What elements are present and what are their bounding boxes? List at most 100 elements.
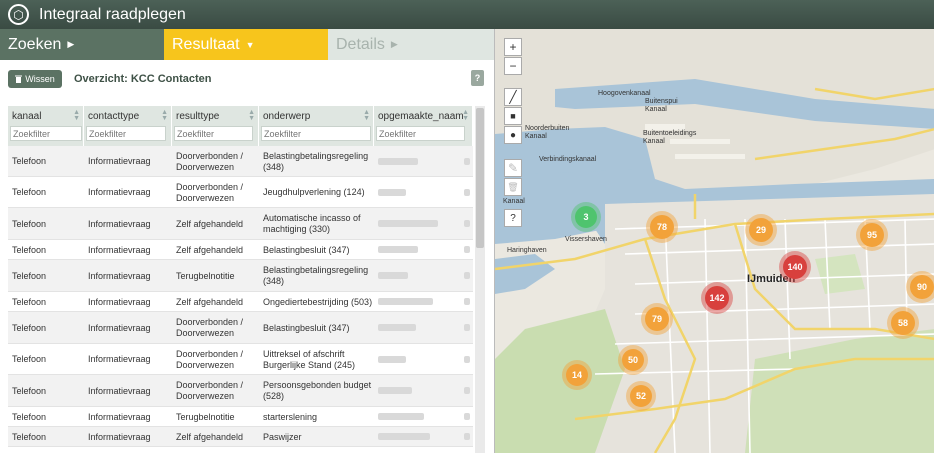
sort-icon[interactable]: ▲ ▼: [161, 109, 168, 122]
redacted-name: [378, 387, 412, 394]
table-row[interactable]: Telefoon Informatievraag Zelf afgehandeld B…: [8, 240, 473, 260]
map-cluster-marker[interactable]: 14: [566, 364, 588, 386]
cell-line: Zelf afgehandeld: [176, 296, 244, 307]
column-filter-input[interactable]: [261, 126, 371, 141]
map-cluster-marker[interactable]: 29: [749, 218, 773, 242]
clear-button[interactable]: Wissen: [8, 70, 62, 88]
cell-kanaal: Telefoon: [12, 270, 47, 281]
step-details[interactable]: Details ▶: [328, 29, 494, 60]
sort-icon[interactable]: ▲ ▼: [462, 109, 469, 122]
cell-resulttype: Doorverbonden / Doorverwezen: [176, 151, 243, 173]
cell-onderwerp: Belastingbesluit (347): [263, 245, 350, 256]
column-header[interactable]: onderwerp ▲ ▼: [259, 106, 374, 146]
step-resultaat[interactable]: Resultaat ▼: [164, 29, 328, 60]
cell-kanaal: Telefoon: [12, 218, 47, 229]
table-scrollbar[interactable]: [475, 106, 485, 453]
cell-kanaal: Telefoon: [12, 322, 47, 333]
column-filter-input[interactable]: [376, 126, 465, 141]
step-label: Zoeken: [8, 35, 62, 53]
zoom-out-button[interactable]: −: [504, 57, 522, 75]
sort-icon[interactable]: ▲ ▼: [73, 109, 80, 122]
zoom-in-button[interactable]: +: [504, 38, 522, 56]
edit-icon[interactable]: ✎: [504, 159, 522, 177]
cell-line: starterslening: [263, 411, 318, 422]
result-toolbar: Wissen Overzicht: KCC Contacten ?: [0, 60, 494, 100]
map-label-verbindingskanaal: Verbindingskanaal: [539, 156, 597, 163]
cell-line: Zelf afgehandeld: [176, 244, 244, 255]
map-cluster-marker[interactable]: 52: [630, 385, 652, 407]
cell-kanaal: Telefoon: [12, 354, 47, 364]
cell-line: Paswijzer: [263, 431, 302, 442]
map-help-button[interactable]: ?: [504, 209, 522, 227]
column-header[interactable]: opgemaakte_naam ▲ ▼: [374, 106, 473, 146]
map-cluster-marker[interactable]: 142: [705, 286, 729, 310]
cell-contacttype: Informatievraag: [88, 354, 151, 364]
cell-onderwerp: Belastingbesluit (347): [263, 323, 350, 334]
column-label: opgemaakte_naam: [378, 111, 464, 122]
table-row[interactable]: Telefoon Informatievraag Zelf afgehandeld O…: [8, 292, 473, 312]
table-row[interactable]: Telefoon Informatievraag Doorverbonden / Do…: [8, 146, 473, 177]
map-cluster-marker[interactable]: 79: [645, 307, 669, 331]
table-row[interactable]: Telefoon Informatievraag Terugbelnotitie st…: [8, 407, 473, 427]
map-label-noordbuiten: Noorderbuiten Kanaal: [525, 125, 570, 140]
table-row[interactable]: Telefoon Informatievraag Doorverbonden / Do…: [8, 375, 473, 407]
scrollbar-thumb[interactable]: [476, 108, 484, 248]
table-row[interactable]: Telefoon Informatievraag Doorverbonden / Do…: [8, 344, 473, 375]
app-window: ⬡ Integraal raadplegen Zoeken ▶ Resultaa…: [0, 0, 934, 453]
cell-kanaal: Telefoon: [12, 156, 47, 166]
map-panel[interactable]: + − ╱ ■ ● ✎ 🗑 ? Hoogovenkanaal Buitenspu…: [494, 29, 934, 453]
redacted-mark: [464, 387, 470, 394]
table-row[interactable]: Telefoon Informatievraag Terugbelnotitie Be…: [8, 260, 473, 292]
cell-line: Zelf afgehandeld: [176, 431, 244, 442]
help-button[interactable]: ?: [471, 70, 484, 86]
column-label: contacttype: [88, 111, 140, 122]
cell-line: Belastingbesluit (347): [263, 322, 350, 333]
draw-rectangle-button[interactable]: ■: [504, 107, 522, 125]
map-cluster-marker[interactable]: 3: [575, 206, 597, 228]
map-cluster-marker[interactable]: 95: [860, 223, 884, 247]
table-row[interactable]: Telefoon Informatievraag Zelf afgehandeld P…: [8, 427, 473, 447]
draw-circle-button[interactable]: ●: [504, 126, 522, 144]
chevron-right-icon: ▶: [390, 39, 398, 49]
trash-icon[interactable]: 🗑: [504, 178, 522, 196]
table-row[interactable]: Telefoon Informatievraag Doorverbonden / Do…: [8, 177, 473, 208]
sort-icon[interactable]: ▲ ▼: [248, 109, 255, 122]
draw-line-button[interactable]: ╱: [504, 88, 522, 106]
chevron-right-icon: ▶: [67, 39, 75, 49]
step-label: Resultaat: [172, 35, 240, 53]
cell-line: Uittreksel of afschrift: [263, 348, 345, 359]
step-zoeken[interactable]: Zoeken ▶: [0, 29, 164, 60]
map-cluster-marker[interactable]: 50: [622, 349, 644, 371]
app-logo-icon: ⬡: [8, 4, 29, 25]
cell-line: Doorverbonden /: [176, 181, 244, 192]
sort-icon[interactable]: ▲ ▼: [363, 109, 370, 122]
step-label: Details: [336, 35, 385, 53]
table-row[interactable]: Telefoon Informatievraag Zelf afgehandeld A…: [8, 208, 473, 240]
map-cluster-marker[interactable]: 90: [910, 275, 934, 299]
cell-onderwerp: Paswijzer: [263, 432, 302, 443]
cell-onderwerp: Automatische incasso of machtiging (330): [263, 213, 361, 235]
map-cluster-marker[interactable]: 58: [891, 311, 915, 335]
cell-line: Burgerlijke Stand (245): [263, 359, 356, 370]
redacted-name: [378, 246, 418, 253]
column-filter-input[interactable]: [10, 126, 82, 141]
map-cluster-marker[interactable]: 140: [783, 255, 807, 279]
redacted-mark: [464, 355, 470, 363]
cell-line: Jeugdhulpverlening (124): [263, 187, 365, 197]
cell-line: Ongediertebestrijding (503): [263, 296, 373, 307]
cell-line: Zelf afgehandeld: [176, 218, 244, 229]
column-header[interactable]: contacttype ▲ ▼: [84, 106, 172, 146]
column-filter-input[interactable]: [86, 126, 166, 141]
app-title: Integraal raadplegen: [39, 5, 186, 23]
column-header[interactable]: kanaal ▲ ▼: [8, 106, 84, 146]
column-header[interactable]: resulttype ▲ ▼: [172, 106, 259, 146]
redacted-mark: [464, 272, 470, 279]
trash-icon: [15, 75, 23, 83]
cell-kanaal: Telefoon: [12, 187, 47, 197]
column-label: kanaal: [12, 111, 42, 122]
cell-resulttype: Zelf afgehandeld: [176, 432, 243, 443]
column-filter-input[interactable]: [174, 126, 253, 141]
table-row[interactable]: Telefoon Informatievraag Doorverbonden / Do…: [8, 312, 473, 344]
map-cluster-marker[interactable]: 78: [650, 215, 674, 239]
cell-line: Doorverwezen: [176, 161, 235, 172]
